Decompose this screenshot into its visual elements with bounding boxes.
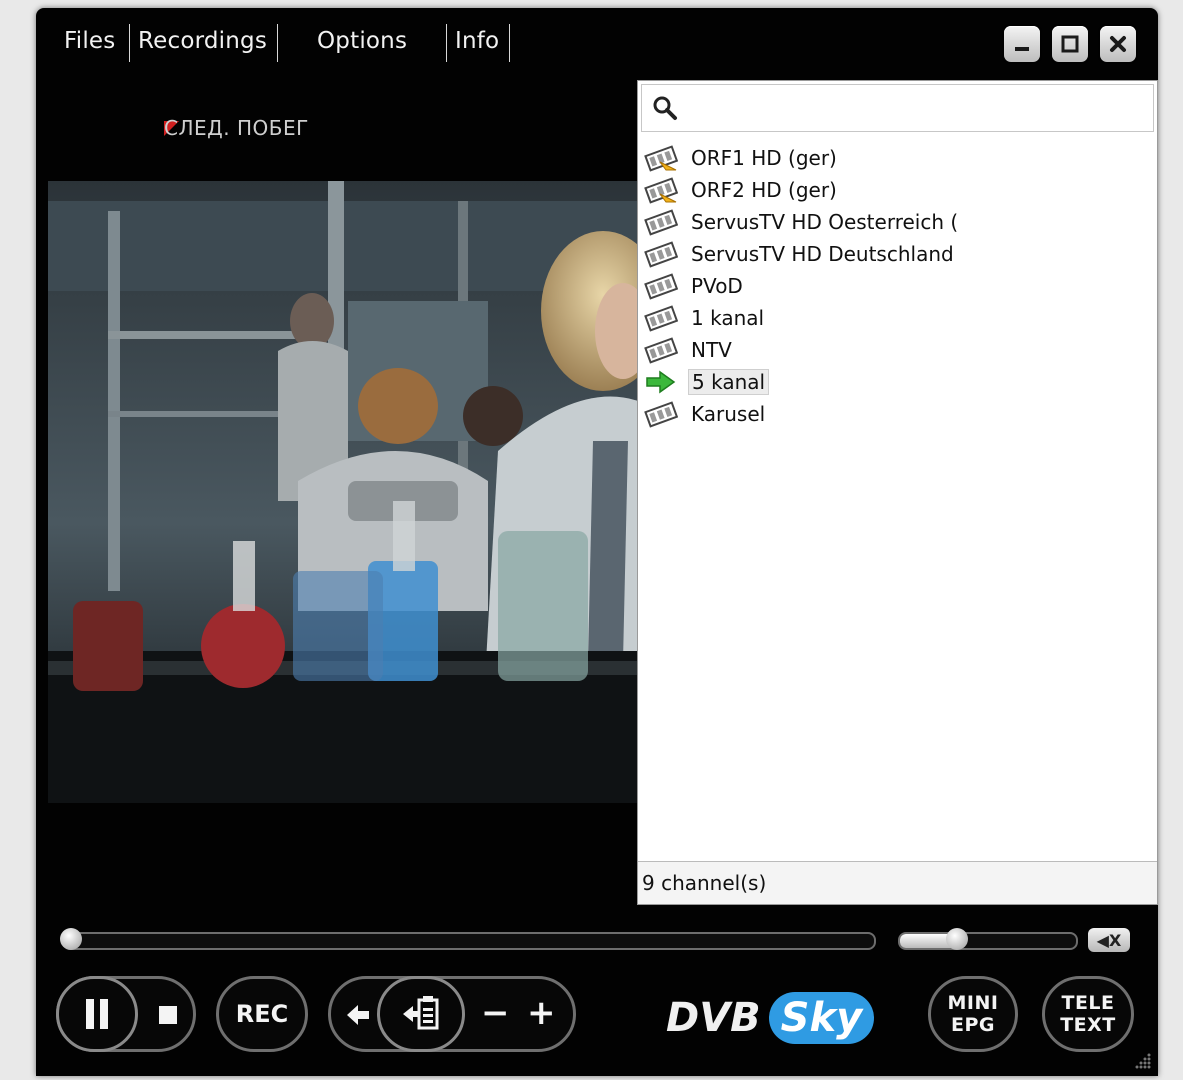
channel-name: Karusel: [691, 402, 766, 426]
menu-separator: [277, 24, 278, 62]
arrow-left-icon[interactable]: [345, 1003, 371, 1027]
channel-item[interactable]: NTV: [644, 335, 735, 365]
menu-files[interactable]: Files: [64, 28, 115, 54]
channel-search-input[interactable]: [686, 91, 1140, 127]
tv-logo-text: СЛЕД. ПОБЕГ: [164, 116, 309, 140]
close-button[interactable]: [1100, 26, 1136, 62]
channel-item[interactable]: ORF1 HD (ger): [644, 143, 840, 173]
search-icon: [653, 96, 677, 120]
channel-name: ServusTV HD Deutschland: [691, 242, 954, 266]
video-image: [48, 181, 638, 803]
menu-info[interactable]: Info: [455, 28, 499, 54]
resize-grip-icon[interactable]: [1134, 1052, 1152, 1070]
maximize-icon: [1061, 35, 1079, 53]
record-label: REC: [235, 1000, 289, 1028]
minimize-icon: [1015, 47, 1029, 51]
teletext-button[interactable]: TELE TEXT: [1042, 976, 1134, 1052]
channel-list-button[interactable]: [377, 976, 465, 1052]
encrypted-film-icon: [644, 176, 679, 204]
seek-bar[interactable]: [62, 932, 876, 950]
teletext-line2: TEXT: [1060, 1014, 1116, 1036]
volume-bar[interactable]: [898, 932, 1078, 950]
menu-bar: Files Recordings Options Info: [36, 8, 1158, 80]
channel-name: ServusTV HD Oesterreich (: [691, 210, 959, 234]
play-arrow-icon: [644, 368, 678, 396]
teletext-label: TELE TEXT: [1060, 992, 1116, 1036]
mini-epg-line2: EPG: [950, 1014, 995, 1036]
channel-list-panel: ORF1 HD (ger) ORF2 HD (ger) ServusTV HD …: [637, 80, 1158, 905]
brand-dvb: DVB: [666, 995, 761, 1041]
mini-epg-button[interactable]: MINI EPG: [928, 976, 1018, 1052]
mute-button[interactable]: ◀X: [1088, 928, 1130, 952]
close-icon: [1110, 36, 1126, 52]
menu-separator: [446, 24, 447, 62]
volume-down-button[interactable]: −: [481, 993, 510, 1033]
channel-count-status: 9 channel(s): [638, 861, 1157, 904]
channel-item[interactable]: ServusTV HD Oesterreich (: [644, 207, 961, 237]
channel-name: PVoD: [691, 274, 743, 298]
film-icon: [644, 400, 679, 428]
pause-button[interactable]: [56, 976, 138, 1052]
channel-item[interactable]: PVoD: [644, 271, 746, 301]
dvbsky-logo: DVB Sky: [666, 992, 875, 1044]
video-frame[interactable]: [48, 181, 638, 803]
film-icon: [644, 208, 679, 236]
record-button[interactable]: REC: [216, 976, 308, 1052]
channel-item[interactable]: 1 kanal: [644, 303, 767, 333]
film-icon: [644, 304, 679, 332]
channel-item[interactable]: ORF2 HD (ger): [644, 175, 840, 205]
menu-recordings[interactable]: Recordings: [138, 28, 267, 54]
channel-search-box[interactable]: [641, 84, 1154, 132]
channel-item[interactable]: ServusTV HD Deutschland: [644, 239, 957, 269]
channel-nav-group: − +: [328, 976, 576, 1052]
film-icon: [644, 336, 679, 364]
maximize-button[interactable]: [1052, 26, 1088, 62]
stop-icon[interactable]: [157, 1004, 179, 1026]
volume-handle[interactable]: [946, 928, 968, 950]
mini-epg-line1: MINI: [947, 992, 999, 1014]
channel-list-icon: [403, 996, 439, 1030]
film-icon: [644, 240, 679, 268]
channel-name: NTV: [691, 338, 732, 362]
channel-name: ORF1 HD (ger): [691, 146, 837, 170]
menu-separator: [509, 24, 510, 62]
seek-handle[interactable]: [60, 928, 82, 950]
teletext-line1: TELE: [1061, 992, 1115, 1014]
pause-icon: [86, 999, 108, 1029]
player-window: Files Recordings Options Info СЛЕД. ПОБЕ…: [36, 8, 1158, 1076]
film-icon: [644, 272, 679, 300]
channel-item[interactable]: Karusel: [644, 399, 768, 429]
menu-separator: [129, 24, 130, 62]
minimize-button[interactable]: [1004, 26, 1040, 62]
channel-name: 5 kanal: [688, 369, 770, 395]
brand-sky: Sky: [768, 992, 875, 1044]
pause-stop-group: [56, 976, 196, 1052]
channel-item-selected[interactable]: 5 kanal: [644, 367, 770, 397]
menu-options[interactable]: Options: [317, 28, 407, 54]
channel-name: ORF2 HD (ger): [691, 178, 837, 202]
encrypted-film-icon: [644, 144, 679, 172]
channel-list: ORF1 HD (ger) ORF2 HD (ger) ServusTV HD …: [638, 139, 1157, 862]
channel-name: 1 kanal: [691, 306, 765, 330]
volume-up-button[interactable]: +: [527, 993, 556, 1033]
mini-epg-label: MINI EPG: [948, 992, 999, 1036]
